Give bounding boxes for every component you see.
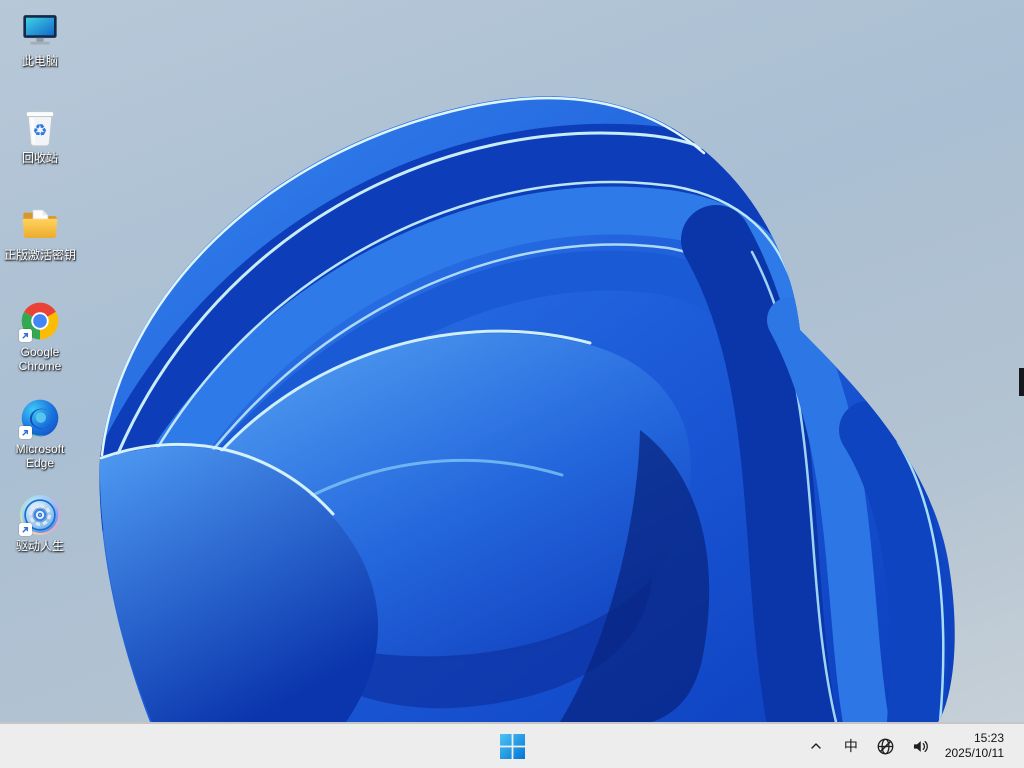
- this-pc-icon: [18, 8, 62, 52]
- recycle-bin-icon: ♻: [18, 105, 62, 149]
- system-tray: 中 15:23 2025/10/11: [805, 724, 1024, 768]
- volume-icon: [914, 740, 929, 752]
- desktop-icon-label: Microsoft Edge: [15, 442, 65, 470]
- desktop-icon-recycle-bin[interactable]: ♻ 回收站: [0, 105, 80, 202]
- wallpaper-bloom: [99, 96, 955, 722]
- desktop-icon-label: Google Chrome: [18, 345, 62, 373]
- folder-icon: [18, 202, 62, 246]
- chevron-up-icon: [811, 743, 821, 749]
- recycle-glyph: ♻: [33, 121, 48, 140]
- desktop-icon-microsoft-edge[interactable]: Microsoft Edge: [0, 396, 80, 493]
- shortcut-arrow-icon: [19, 426, 32, 439]
- desktop-icon-activation-key-folder[interactable]: 正版激活密钥: [0, 202, 80, 299]
- shortcut-arrow-icon: [19, 523, 32, 536]
- desktop-icon-label: 驱动人生: [15, 539, 64, 553]
- ime-label: 中: [843, 739, 858, 755]
- tray-date: 2025/10/11: [944, 746, 1004, 760]
- taskbar: 中 15:23 2025/10/11: [0, 722, 1024, 768]
- chrome-icon: [18, 299, 62, 343]
- desktop-icon-column: 此电脑 ♻ 回收站 正版激活密钥 Google Chrome Microsoft…: [0, 8, 80, 590]
- volume-button[interactable]: [910, 728, 932, 764]
- desktop-icon-label: 回收站: [21, 151, 58, 165]
- desktop: 此电脑 ♻ 回收站 正版激活密钥 Google Chrome Microsoft…: [0, 0, 1024, 768]
- right-edge-artifact: [1019, 368, 1024, 396]
- desktop-icon-this-pc[interactable]: 此电脑: [0, 8, 80, 105]
- edge-icon: [18, 396, 62, 440]
- desktop-icon-google-chrome[interactable]: Google Chrome: [0, 299, 80, 396]
- windows-logo-icon: [499, 733, 525, 759]
- hidden-icons-button[interactable]: [805, 728, 827, 764]
- clock[interactable]: 15:23 2025/10/11: [945, 728, 1004, 764]
- start-button[interactable]: [492, 726, 532, 766]
- desktop-icon-label: 此电脑: [21, 54, 58, 68]
- network-no-internet-icon: [877, 738, 894, 754]
- ime-indicator[interactable]: 中: [840, 728, 862, 764]
- desktop-icon-label: 正版激活密钥: [3, 248, 76, 262]
- tray-time: 15:23: [973, 731, 1004, 745]
- desktop-icon-driver-life[interactable]: 驱动人生: [0, 493, 80, 590]
- network-button[interactable]: [875, 728, 897, 764]
- shortcut-arrow-icon: [19, 329, 32, 342]
- driver-life-icon: [18, 493, 62, 537]
